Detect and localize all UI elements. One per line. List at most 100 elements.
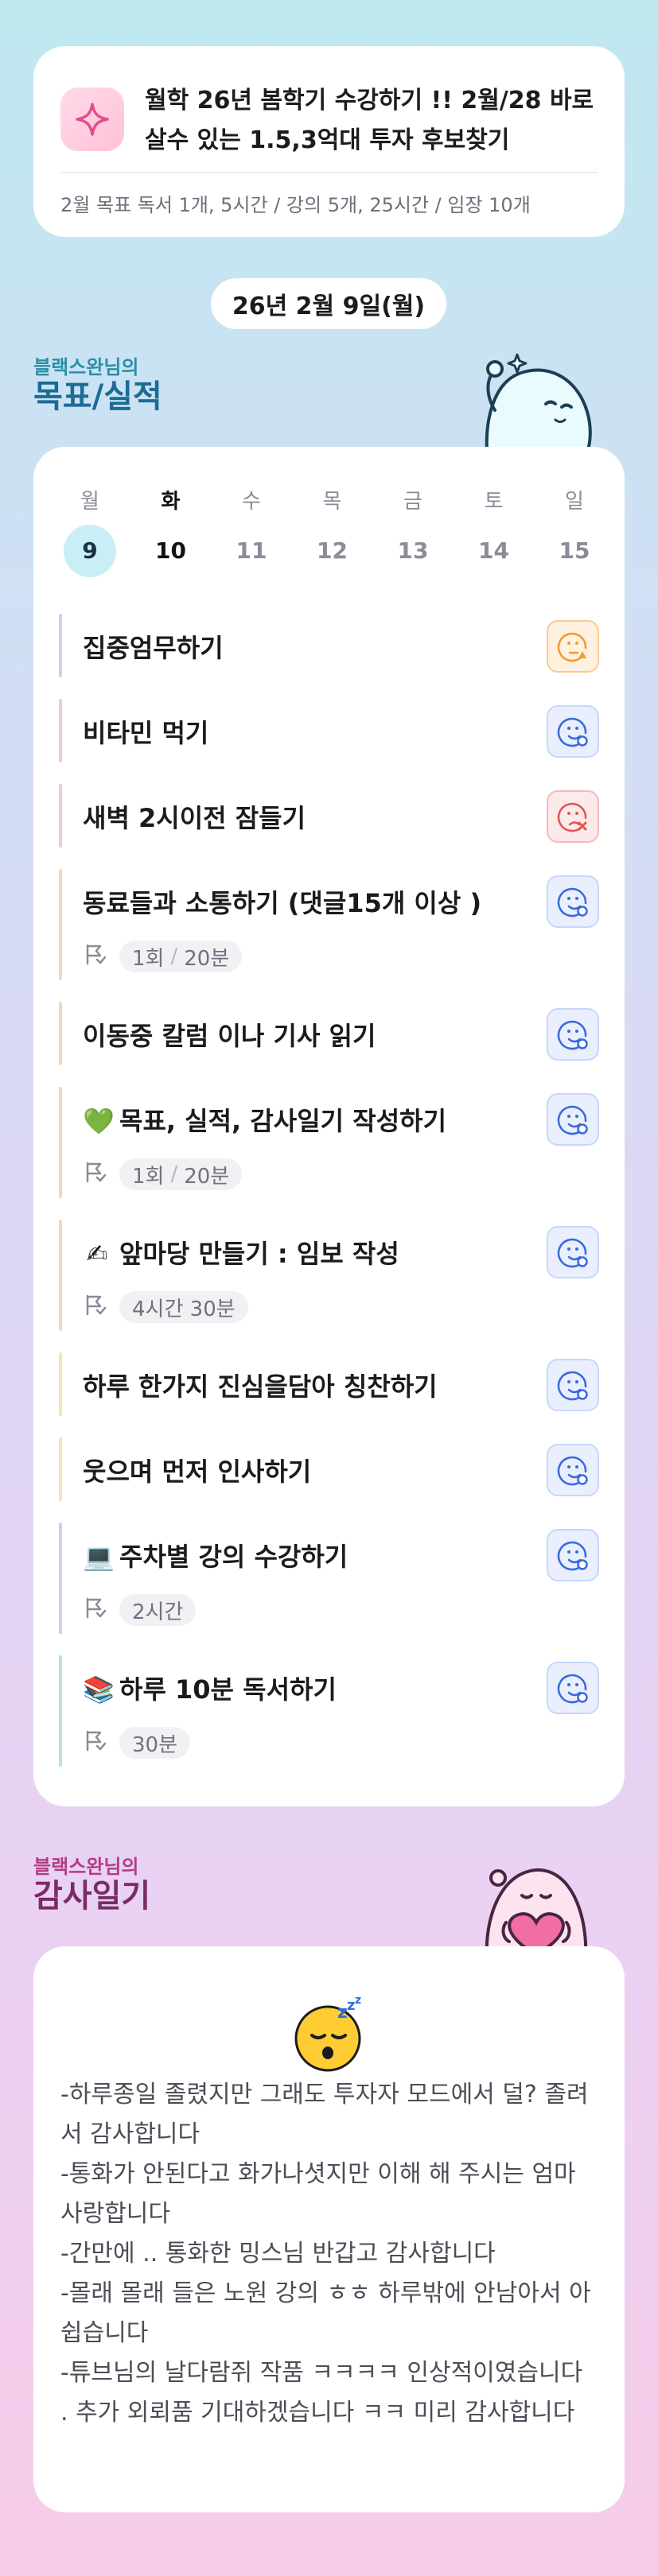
weekday-label: 금 <box>403 490 422 514</box>
week-day[interactable]: 토 14 <box>454 485 535 577</box>
progress-value: 30분 <box>132 1732 178 1757</box>
progress-chip: 1회/20분 <box>119 1158 243 1190</box>
task-item[interactable]: 📚 하루 10분 독서하기 30분 <box>59 1655 599 1767</box>
week-day[interactable]: 수 11 <box>211 485 292 577</box>
sleeping-face-icon: z z z <box>294 1994 361 2072</box>
task-progress: 1회/20분 <box>83 1157 243 1192</box>
task-title: 하루 한가지 진심을담아 칭찬하기 <box>83 1367 438 1403</box>
status-done-icon[interactable] <box>547 875 599 928</box>
weekday-label: 목 <box>322 490 342 514</box>
status-pending-icon[interactable] <box>547 620 599 673</box>
task-category-bar <box>59 1352 62 1416</box>
monthly-goal-summary: 2월 목표 독서 1개, 5시간 / 강의 5개, 25시간 / 임장 10개 <box>60 194 531 216</box>
task-item[interactable]: 비타민 먹기 <box>59 699 599 762</box>
task-item[interactable]: ✍ 앞마당 만들기 : 임보 작성 4시간 30분 <box>59 1220 599 1331</box>
task-title-text: 하루 한가지 진심을담아 칭찬하기 <box>83 1371 438 1402</box>
task-title-text: 웃으며 먼저 인사하기 <box>83 1457 312 1487</box>
task-title: 새벽 2시이전 잠들기 <box>83 798 306 835</box>
progress-count: 1회 <box>132 1164 165 1189</box>
weekday-label: 일 <box>565 490 584 514</box>
goals-section-header: 블랙스완님의 목표/실적 <box>33 356 162 415</box>
flag-check-icon <box>83 1728 111 1757</box>
svg-text:z: z <box>355 1994 361 2007</box>
svg-text:z: z <box>337 2003 348 2023</box>
status-done-icon[interactable] <box>547 1226 599 1278</box>
status-done-icon[interactable] <box>547 1359 599 1411</box>
status-done-icon[interactable] <box>547 1662 599 1714</box>
week-day[interactable]: 월9 <box>49 485 130 577</box>
status-failed-icon[interactable] <box>547 790 599 843</box>
date-number: 9 <box>64 525 116 577</box>
date-number: 15 <box>559 537 590 564</box>
progress-chip: 4시간 30분 <box>119 1291 248 1323</box>
task-emoji-icon: 💻 <box>83 1542 115 1572</box>
diary-text: -하루종일 졸렸지만 그래도 투자자 모드에서 덜? 졸려서 감사합니다 -통화… <box>60 2081 591 2427</box>
task-category-bar <box>59 1523 62 1634</box>
task-progress: 4시간 30분 <box>83 1290 248 1325</box>
task-title-text: 비타민 먹기 <box>83 718 209 748</box>
task-title-text: 이동중 칼럼 이나 기사 읽기 <box>83 1021 376 1051</box>
gratitude-diary-card[interactable]: z z z -하루종일 졸렸지만 그래도 투자자 모드에서 덜? 졸려서 감사합… <box>33 1946 625 2512</box>
mascot-icon <box>485 353 592 452</box>
task-emoji-icon: ✍ <box>86 1239 108 1269</box>
task-category-bar <box>59 699 62 762</box>
status-done-icon[interactable] <box>547 1008 599 1061</box>
week-selector: 월 9 화 10 수 11 목 12 금 13 토 14 일 15 <box>49 485 609 577</box>
task-title-text: 동료들과 소통하기 (댓글15개 이상 ) <box>83 888 482 918</box>
current-date[interactable]: 26년 2월 9일(월) <box>211 278 446 329</box>
status-done-icon[interactable] <box>547 1529 599 1581</box>
date-number: 10 <box>155 537 186 564</box>
task-item[interactable]: 💚 목표, 실적, 감사일기 작성하기 1회/20분 <box>59 1087 599 1198</box>
task-category-bar <box>59 1002 62 1065</box>
task-category-bar <box>59 614 62 677</box>
separator: / <box>170 1162 178 1186</box>
task-emoji-icon: 📚 <box>83 1674 115 1705</box>
goals-card: 월 9 화 10 수 11 목 12 금 13 토 14 일 15 집중엄무하기비타민 먹기새벽 2시이전… <box>33 447 625 1806</box>
progress-total: 20분 <box>184 946 230 971</box>
task-title: 집중엄무하기 <box>83 628 224 665</box>
task-progress: 1회/ 20분 <box>83 939 243 974</box>
svg-text:z: z <box>347 1997 355 2014</box>
challenge-card[interactable]: 월학 26년 봄학기 수강하기 !! 2월/28 바로살수 있는 1.5,3억대… <box>33 46 625 237</box>
progress-chip: 30분 <box>119 1727 191 1759</box>
task-title: 동료들과 소통하기 (댓글15개 이상 ) <box>83 883 481 920</box>
task-progress: 30분 <box>83 1725 191 1760</box>
section-title: 목표/실적 <box>33 378 162 415</box>
task-title: 📚 하루 10분 독서하기 <box>83 1670 337 1706</box>
task-item[interactable]: 하루 한가지 진심을담아 칭찬하기 <box>59 1352 599 1416</box>
task-title: ✍ 앞마당 만들기 : 임보 작성 <box>83 1234 399 1271</box>
divider <box>60 172 598 173</box>
task-item[interactable]: 새벽 2시이전 잠들기 <box>59 784 599 848</box>
task-item[interactable]: 웃으며 먼저 인사하기 <box>59 1437 599 1501</box>
task-title-text: 하루 10분 독서하기 <box>119 1674 337 1705</box>
task-item[interactable]: 동료들과 소통하기 (댓글15개 이상 ) 1회/ 20분 <box>59 869 599 980</box>
task-item[interactable]: 집중엄무하기 <box>59 614 599 677</box>
status-done-icon[interactable] <box>547 1444 599 1496</box>
separator: / <box>170 945 178 968</box>
section-owner: 블랙스완님의 <box>33 356 139 378</box>
status-done-icon[interactable] <box>547 705 599 758</box>
task-item[interactable]: 이동중 칼럼 이나 기사 읽기 <box>59 1002 599 1065</box>
section-owner: 블랙스완님의 <box>33 1856 139 1878</box>
heart-mascot-icon <box>485 1868 588 1954</box>
task-title-text: 주차별 강의 수강하기 <box>119 1542 348 1572</box>
task-title: 비타민 먹기 <box>83 713 208 750</box>
progress-chip: 1회/ 20분 <box>119 941 243 972</box>
week-day[interactable]: 목 12 <box>292 485 373 577</box>
week-day[interactable]: 금 13 <box>372 485 454 577</box>
flag-check-icon <box>83 1596 111 1624</box>
progress-count: 1회 <box>132 946 165 971</box>
weekday-label: 토 <box>484 490 504 514</box>
section-title: 감사일기 <box>33 1878 151 1915</box>
task-title: 웃으며 먼저 인사하기 <box>83 1452 311 1488</box>
task-category-bar <box>59 1087 62 1198</box>
task-category-bar <box>59 1437 62 1501</box>
task-category-bar <box>59 784 62 848</box>
status-done-icon[interactable] <box>547 1093 599 1146</box>
week-day[interactable]: 일 15 <box>534 485 615 577</box>
task-item[interactable]: 💻 주차별 강의 수강하기 2시간 <box>59 1523 599 1634</box>
week-day[interactable]: 화 10 <box>130 485 212 577</box>
date-number: 13 <box>397 537 429 564</box>
task-title: 💚 목표, 실적, 감사일기 작성하기 <box>83 1101 446 1138</box>
task-category-bar <box>59 1220 62 1331</box>
